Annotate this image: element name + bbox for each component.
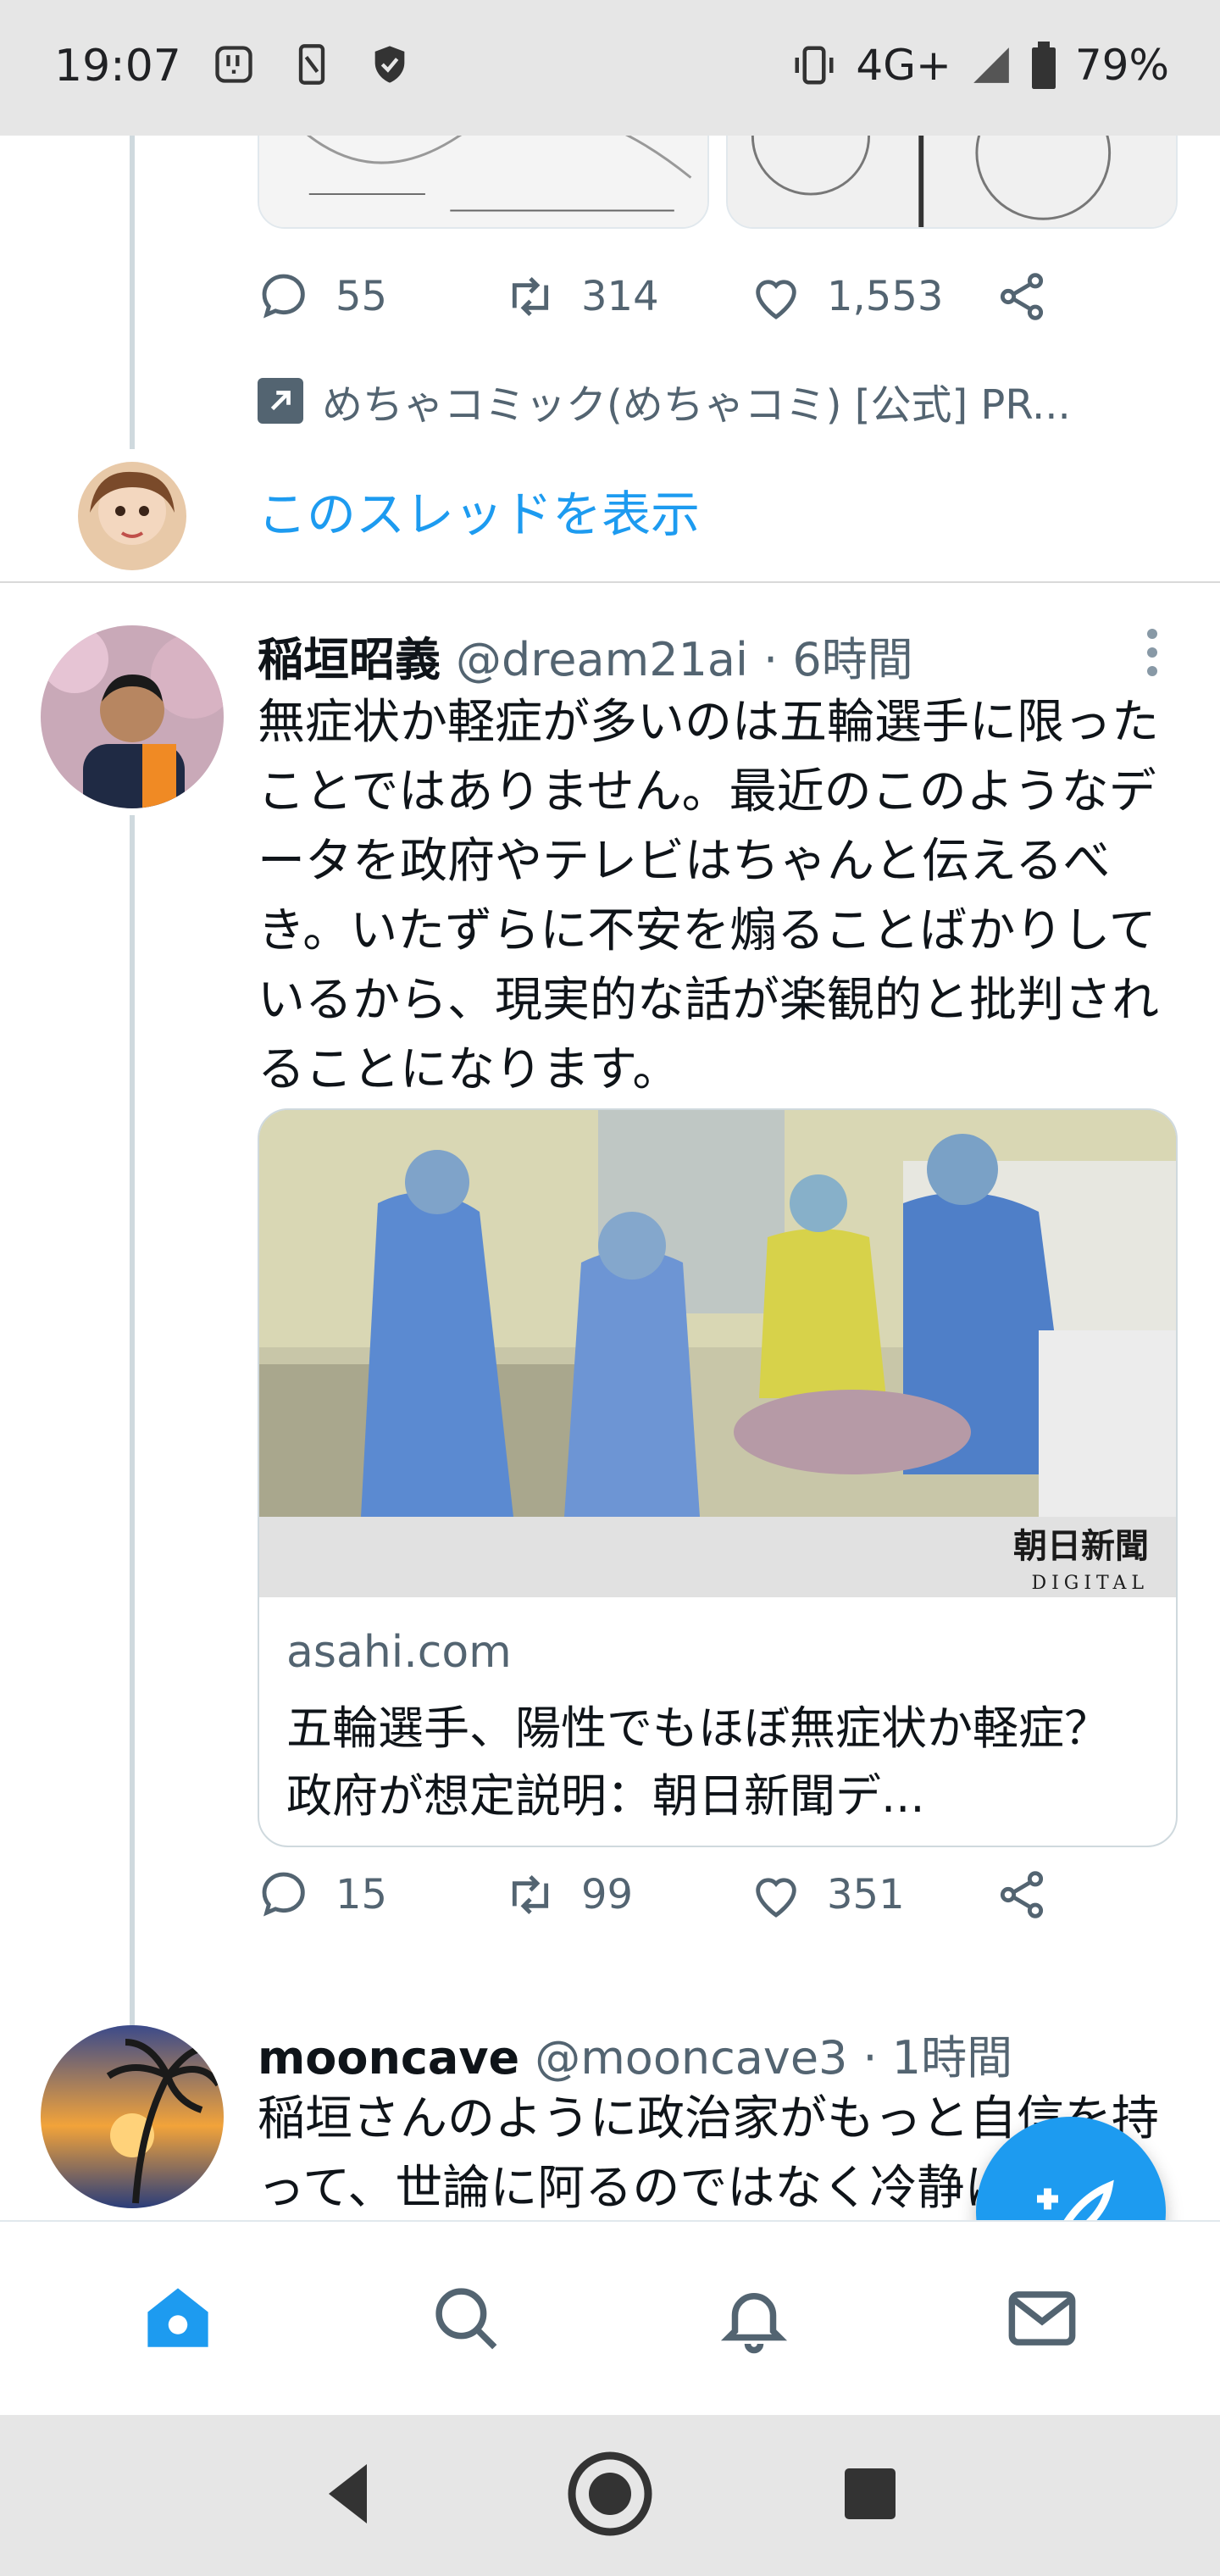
avatar[interactable] bbox=[78, 462, 186, 570]
thread-line bbox=[130, 136, 135, 449]
author-name[interactable]: 稲垣昭義 bbox=[258, 622, 441, 689]
like-button[interactable]: 351 bbox=[749, 1868, 995, 1922]
reply-count: 55 bbox=[336, 273, 388, 320]
back-icon bbox=[329, 2464, 368, 2523]
retweet-button[interactable]: 99 bbox=[503, 1868, 749, 1922]
avatar[interactable] bbox=[41, 2025, 224, 2208]
recents-icon bbox=[844, 2468, 896, 2519]
card-title: 五輪選手、陽性でもほぼ無症状か軽症？ 政府が想定説明：朝日新聞デ... bbox=[286, 1702, 1156, 1823]
author-name[interactable]: mooncave bbox=[258, 2031, 519, 2085]
author-handle[interactable]: @mooncave3 bbox=[535, 2031, 847, 2085]
search-icon bbox=[435, 2288, 497, 2350]
share-icon bbox=[1000, 273, 1044, 320]
nav-messages[interactable] bbox=[991, 2268, 1093, 2369]
retweet-icon bbox=[512, 276, 549, 317]
media-image[interactable] bbox=[726, 136, 1178, 229]
retweet-count: 99 bbox=[581, 1871, 634, 1918]
tweet-header: 稲垣昭義 @dream21ai · 6時間 bbox=[258, 622, 913, 689]
card-watermark: 朝日新聞 bbox=[1013, 1526, 1149, 1566]
heart-icon bbox=[756, 280, 796, 319]
share-button[interactable] bbox=[995, 269, 1049, 324]
bottom-nav bbox=[0, 2220, 1220, 2415]
share-button[interactable] bbox=[995, 1868, 1049, 1922]
media-image[interactable] bbox=[258, 136, 709, 229]
avatar[interactable] bbox=[41, 625, 224, 808]
like-button[interactable]: 1,553 bbox=[749, 269, 995, 324]
like-count: 351 bbox=[827, 1871, 905, 1918]
link-card[interactable]: 朝日新聞 DIGITAL asahi.com 五輪選手、陽性でもほぼ無症状か軽症… bbox=[258, 1108, 1178, 1847]
timeline[interactable]: 55 314 1,553 めちゃコミック(めちゃコミ) [公式] PR... こ… bbox=[0, 136, 1220, 2220]
signal-icon bbox=[973, 47, 1009, 83]
tweet-time[interactable]: · 6時間 bbox=[763, 622, 913, 689]
home-button[interactable] bbox=[559, 2443, 661, 2548]
nav-notifications[interactable] bbox=[703, 2268, 805, 2369]
home-button-icon bbox=[568, 2451, 652, 2536]
messages-icon bbox=[1008, 2291, 1076, 2346]
tweet-text: 無症状か軽症が多いのは五輪選手に限ったことではありません。最近のこのようなデータ… bbox=[258, 695, 1159, 1097]
nav-search[interactable] bbox=[415, 2268, 517, 2369]
battery-icon bbox=[1031, 42, 1056, 89]
card-watermark-sub: DIGITAL bbox=[1031, 1573, 1149, 1594]
promoted-icon bbox=[258, 378, 303, 424]
retweet-icon bbox=[512, 1874, 549, 1915]
more-options-icon[interactable] bbox=[1144, 627, 1161, 678]
card-image[interactable]: 朝日新聞 DIGITAL bbox=[259, 1110, 1178, 1597]
thread-line bbox=[130, 815, 135, 2154]
network-type: 4G+ bbox=[856, 41, 951, 90]
like-count: 1,553 bbox=[827, 273, 944, 320]
tweet-time[interactable]: · 1時間 bbox=[862, 2020, 1012, 2087]
status-time: 19:07 bbox=[54, 41, 181, 92]
tweet-actions: 15 99 351 bbox=[258, 1868, 1071, 1922]
notifications-icon bbox=[720, 2293, 788, 2354]
notification-icon bbox=[215, 46, 252, 83]
reply-button[interactable]: 55 bbox=[258, 269, 503, 324]
back-button[interactable] bbox=[299, 2443, 401, 2548]
status-right: 4G+ 79% bbox=[791, 41, 1169, 90]
promoted-by-text: めちゃコミック(めちゃコミ) [公式] PR... bbox=[322, 381, 1071, 429]
reply-count: 15 bbox=[336, 1871, 388, 1918]
battery-percent: 79% bbox=[1074, 41, 1169, 90]
author-handle[interactable]: @dream21ai bbox=[456, 633, 748, 686]
status-bar: 19:07 4G+ 79% bbox=[0, 0, 1220, 136]
home-icon bbox=[147, 2288, 208, 2347]
tweet-actions: 55 314 1,553 bbox=[258, 269, 1071, 324]
reply-icon bbox=[262, 1872, 305, 1917]
retweet-button[interactable]: 314 bbox=[503, 269, 749, 324]
promoted-label[interactable]: めちゃコミック(めちゃコミ) [公式] PR... bbox=[258, 371, 1071, 430]
show-thread-link[interactable]: このスレッドを表示 bbox=[258, 475, 700, 546]
system-nav bbox=[0, 2415, 1220, 2576]
reply-icon bbox=[262, 274, 305, 319]
status-left-icons bbox=[212, 42, 412, 86]
heart-icon bbox=[756, 1878, 796, 1918]
share-icon bbox=[1000, 1871, 1044, 1918]
divider bbox=[0, 581, 1220, 583]
reply-button[interactable]: 15 bbox=[258, 1868, 503, 1922]
shield-icon bbox=[374, 46, 405, 83]
reply-header: mooncave @mooncave3 · 1時間 bbox=[258, 2020, 1012, 2087]
vibrate-icon bbox=[795, 46, 834, 85]
nav-home[interactable] bbox=[127, 2268, 229, 2369]
sim-icon bbox=[298, 44, 325, 85]
card-domain: asahi.com bbox=[286, 1627, 512, 1678]
compose-icon bbox=[1037, 2179, 1114, 2220]
media-grid[interactable] bbox=[258, 136, 1178, 229]
retweet-count: 314 bbox=[581, 273, 659, 320]
recents-button[interactable] bbox=[819, 2443, 921, 2548]
